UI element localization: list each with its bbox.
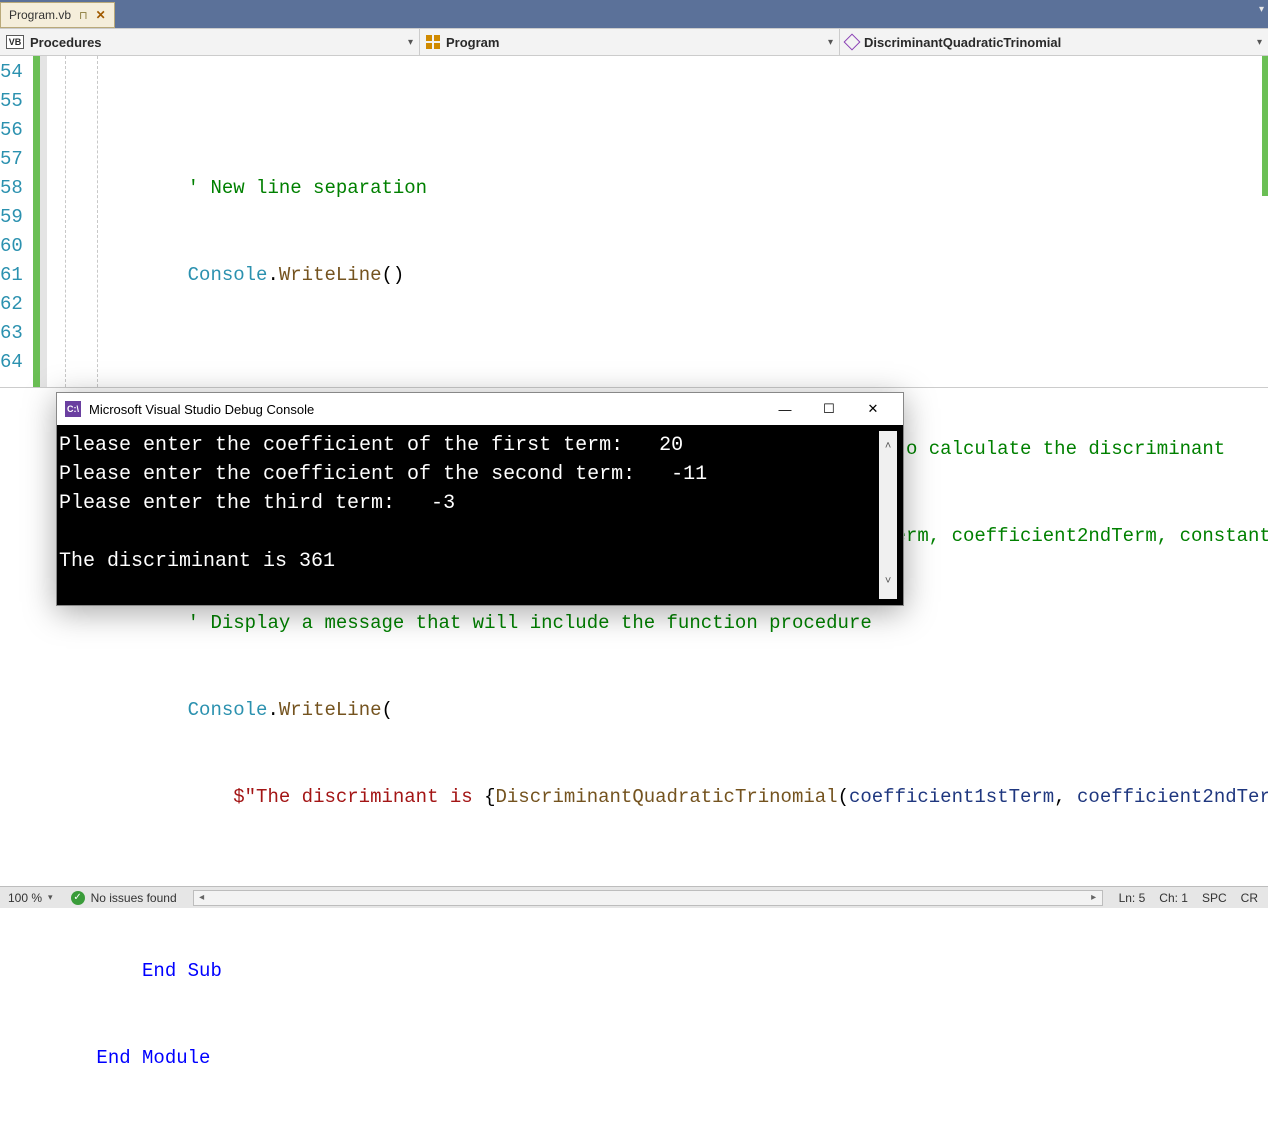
console-output[interactable]: Please enter the coefficient of the firs… <box>57 431 879 599</box>
status-column: Ch: 1 <box>1159 891 1188 905</box>
tab-label: Program.vb <box>9 8 71 22</box>
member-label: DiscriminantQuadraticTrinomial <box>864 35 1061 50</box>
code-token: End Module <box>96 1047 210 1069</box>
code-token: ' New line separation <box>188 177 427 199</box>
code-token: End Sub <box>142 960 222 982</box>
code-token: DiscriminantQuadraticTrinomial <box>496 786 838 808</box>
class-label: Program <box>446 35 499 50</box>
horizontal-scrollbar[interactable]: ◂ ▸ <box>193 890 1103 906</box>
document-tab-program-vb[interactable]: Program.vb ⊓ ✕ <box>0 2 115 28</box>
console-app-icon: C:\ <box>65 401 81 417</box>
code-token: WriteLine <box>279 699 382 721</box>
tab-overflow-icon[interactable]: ▾ <box>1259 4 1264 15</box>
indent-guide <box>65 56 66 387</box>
vb-file-icon: VB <box>6 35 24 49</box>
zoom-dropdown[interactable]: 100 % ▾ <box>0 891 61 905</box>
code-token: . <box>267 699 278 721</box>
debug-console-window[interactable]: C:\ Microsoft Visual Studio Debug Consol… <box>56 392 904 606</box>
module-icon <box>426 35 440 49</box>
chevron-down-icon: ▾ <box>48 892 53 903</box>
code-token: { <box>484 786 495 808</box>
chevron-down-icon: ▾ <box>828 37 833 48</box>
code-token: () <box>382 264 405 286</box>
code-token: WriteLine <box>279 264 382 286</box>
close-icon[interactable]: ✕ <box>96 8 106 22</box>
scroll-up-icon[interactable]: ˄ <box>885 431 892 464</box>
method-icon <box>844 34 861 51</box>
status-line: Ln: 5 <box>1119 891 1146 905</box>
code-area[interactable]: ' New line separation Console.WriteLine(… <box>47 56 1268 387</box>
code-token: coefficient1stTerm <box>849 786 1054 808</box>
maximize-button[interactable]: ☐ <box>807 394 851 424</box>
pin-icon[interactable]: ⊓ <box>79 9 88 22</box>
code-token: Console <box>188 699 268 721</box>
chevron-down-icon: ▾ <box>408 37 413 48</box>
chevron-down-icon: ▾ <box>1257 37 1262 48</box>
check-icon: ✓ <box>71 891 85 905</box>
class-dropdown[interactable]: Program ▾ <box>420 29 840 55</box>
line-number: 56 <box>0 116 23 145</box>
change-stripe <box>33 56 47 387</box>
console-scrollbar[interactable]: ˄ ˅ <box>879 431 897 599</box>
code-editor[interactable]: 54 55 56 57 58 59 60 61 62 63 64 ' New l… <box>0 56 1268 388</box>
document-tab-strip: Program.vb ⊓ ✕ ▾ <box>0 0 1268 28</box>
scroll-right-icon[interactable]: ▸ <box>1086 892 1102 903</box>
status-lineending[interactable]: CR <box>1241 891 1258 905</box>
zoom-value: 100 % <box>8 891 42 905</box>
caret-position: Ln: 5 Ch: 1 SPC CR <box>1109 891 1268 905</box>
scope-label: Procedures <box>30 35 102 50</box>
issues-text: No issues found <box>91 891 177 905</box>
status-indent[interactable]: SPC <box>1202 891 1227 905</box>
indent-guide <box>97 56 98 387</box>
code-token: $"The discriminant is <box>233 786 484 808</box>
minimize-button[interactable]: — <box>763 394 807 424</box>
line-number: 60 <box>0 232 23 261</box>
line-number-gutter: 54 55 56 57 58 59 60 61 62 63 64 <box>0 56 33 387</box>
code-token: Console <box>188 264 268 286</box>
line-number: 55 <box>0 87 23 116</box>
code-token: ' Display a message that will include th… <box>188 612 872 634</box>
line-number: 57 <box>0 145 23 174</box>
line-number: 61 <box>0 261 23 290</box>
line-number: 64 <box>0 348 23 377</box>
member-dropdown[interactable]: DiscriminantQuadraticTrinomial ▾ <box>840 29 1268 55</box>
line-number: 62 <box>0 290 23 319</box>
close-button[interactable]: ✕ <box>851 394 895 424</box>
code-token: ( <box>838 786 849 808</box>
scope-dropdown[interactable]: VB Procedures ▾ <box>0 29 420 55</box>
code-token: ( <box>382 699 393 721</box>
console-title-text: Microsoft Visual Studio Debug Console <box>89 402 314 417</box>
code-token: . <box>267 264 278 286</box>
line-number: 58 <box>0 174 23 203</box>
line-number: 63 <box>0 319 23 348</box>
issues-status[interactable]: ✓ No issues found <box>61 891 187 905</box>
console-titlebar[interactable]: C:\ Microsoft Visual Studio Debug Consol… <box>57 393 903 425</box>
navigation-bar: VB Procedures ▾ Program ▾ DiscriminantQu… <box>0 28 1268 56</box>
code-token: , <box>1054 786 1077 808</box>
console-body: Please enter the coefficient of the firs… <box>57 425 903 605</box>
scroll-left-icon[interactable]: ◂ <box>194 892 210 903</box>
line-number: 54 <box>0 58 23 87</box>
status-bar: 100 % ▾ ✓ No issues found ◂ ▸ Ln: 5 Ch: … <box>0 886 1268 908</box>
scroll-down-icon[interactable]: ˅ <box>885 566 892 599</box>
code-token: coefficient2ndTerm <box>1077 786 1268 808</box>
line-number: 59 <box>0 203 23 232</box>
